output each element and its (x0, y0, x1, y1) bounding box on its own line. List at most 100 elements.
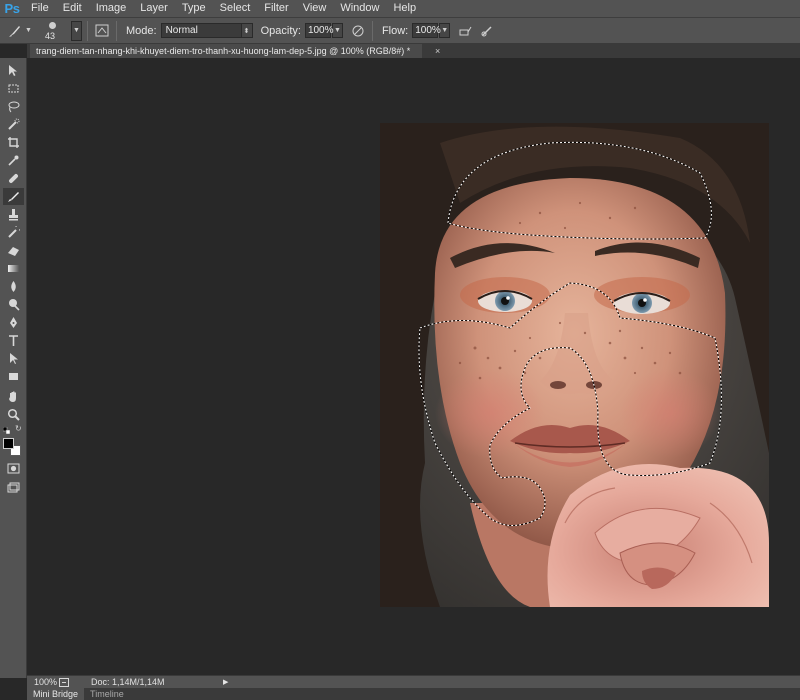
default-colors-icon[interactable] (2, 426, 11, 435)
quick-selection-tool[interactable] (3, 116, 24, 133)
history-brush-tool-icon (8, 226, 20, 238)
pen-pressure-icon (352, 25, 364, 36)
screen-mode-icon (7, 482, 20, 493)
history-brush-tool[interactable] (3, 224, 24, 241)
export-icon[interactable] (55, 677, 73, 687)
eyedropper-tool[interactable] (3, 152, 24, 169)
path-selection-tool-icon (10, 353, 18, 364)
tool-preset-picker[interactable]: ▼ (0, 20, 38, 42)
rectangle-tool[interactable] (3, 368, 24, 385)
photoshop-logo: Ps (4, 1, 20, 16)
hand-tool[interactable] (3, 388, 24, 405)
chevron-down-icon: ▼ (25, 27, 32, 34)
zoom-tool[interactable] (3, 406, 24, 423)
gradient-tool-icon (8, 265, 19, 272)
clone-stamp-tool[interactable] (3, 206, 24, 223)
document-size-info: Doc: 1,14M/1,14M (91, 677, 165, 687)
crop-tool[interactable] (3, 134, 24, 151)
tab-timeline[interactable]: Timeline (84, 688, 130, 700)
screen-mode-button[interactable] (3, 480, 24, 497)
gradient-tool[interactable] (3, 260, 24, 277)
separator (371, 20, 373, 41)
lasso-tool-icon (8, 101, 20, 113)
healing-brush-tool-icon (9, 174, 18, 183)
brush-panel-toggle[interactable] (93, 22, 111, 40)
menu-layer[interactable]: Layer (133, 0, 175, 17)
flow-field[interactable]: 100% (412, 23, 441, 38)
zoom-level-field[interactable]: 100% (27, 677, 57, 687)
mode-value: Normal (165, 25, 198, 36)
menu-help[interactable]: Help (386, 0, 423, 17)
airbrush-toggle[interactable] (456, 22, 474, 40)
eraser-tool-icon (8, 247, 19, 256)
separator (87, 20, 88, 41)
brush-icon (9, 25, 20, 37)
canvas-area[interactable] (27, 58, 800, 675)
brush-tool-icon (8, 192, 19, 202)
marquee-tool-icon (8, 84, 19, 93)
pen-pressure-size-icon (481, 25, 492, 36)
separator (116, 20, 117, 41)
menu-select[interactable]: Select (213, 0, 258, 17)
quick-mask-button[interactable] (3, 460, 24, 477)
pressure-size-toggle[interactable] (478, 22, 496, 40)
brush-tip-icon (49, 21, 56, 29)
quick-selection-tool-icon (8, 118, 20, 130)
menu-file[interactable]: File (24, 0, 56, 17)
eraser-tool[interactable] (3, 242, 24, 259)
pressure-opacity-toggle[interactable] (349, 22, 367, 40)
menu-filter[interactable]: Filter (257, 0, 295, 17)
path-selection-tool[interactable] (3, 350, 24, 367)
mode-dropdown[interactable]: Normal ⬍ (160, 23, 253, 38)
healing-brush-tool[interactable] (3, 170, 24, 187)
opacity-label: Opacity: (260, 24, 301, 37)
document-image[interactable] (380, 123, 769, 607)
menu-bar: Ps File Edit Image Layer Type Select Fil… (0, 0, 800, 17)
brush-preset-picker[interactable]: 43 (42, 20, 70, 42)
updown-arrow-icon: ⬍ (240, 24, 252, 37)
type-tool-icon (9, 335, 18, 346)
quick-mask-icon (7, 463, 20, 474)
hand-tool-icon (9, 391, 16, 402)
menu-type[interactable]: Type (175, 0, 213, 17)
eyedropper-tool-icon (8, 155, 19, 166)
menu-window[interactable]: Window (333, 0, 386, 17)
pen-tool[interactable] (3, 314, 24, 331)
close-icon[interactable]: × (435, 44, 440, 58)
menu-image[interactable]: Image (89, 0, 134, 17)
brush-panel-icon (95, 24, 109, 37)
opacity-field[interactable]: 100% (304, 23, 334, 38)
airbrush-icon (459, 26, 472, 35)
crop-tool-icon (8, 137, 19, 148)
status-bar: 100% Doc: 1,14M/1,14M ▶ (27, 675, 800, 688)
dodge-tool-icon (9, 299, 20, 311)
type-tool[interactable] (3, 332, 24, 349)
mode-label: Mode: (126, 24, 157, 37)
bottom-panel-tabs: Mini Bridge Timeline (27, 688, 800, 700)
flow-value: 100% (415, 25, 441, 36)
blur-tool[interactable] (3, 278, 24, 295)
pen-tool-icon (10, 317, 17, 328)
portrait-photo (380, 123, 769, 607)
brush-size-value: 43 (45, 30, 56, 41)
status-menu-arrow[interactable]: ▶ (223, 678, 228, 686)
move-tool[interactable] (3, 62, 24, 79)
dodge-tool[interactable] (3, 296, 24, 313)
document-tab[interactable]: trang-diem-tan-nhang-khi-khuyet-diem-tro… (30, 44, 422, 58)
menu-edit[interactable]: Edit (56, 0, 89, 17)
zoom-tool-icon (7, 408, 20, 421)
flow-label: Flow: (381, 24, 409, 37)
move-tool-icon (9, 65, 17, 76)
foreground-color-swatch[interactable] (3, 438, 14, 449)
brush-preset-arrow[interactable]: ▼ (71, 20, 82, 41)
clone-stamp-tool-icon (9, 209, 18, 221)
toolbox: ↻ (0, 58, 27, 678)
document-tab-bar: trang-diem-tan-nhang-khi-khuyet-diem-tro… (27, 44, 800, 58)
marquee-tool[interactable] (3, 80, 24, 97)
menu-view[interactable]: View (296, 0, 334, 17)
tab-mini-bridge[interactable]: Mini Bridge (27, 688, 85, 700)
options-bar: ▼ 43 ▼ Mode: Normal ⬍ Opacity: 100% ▼ Fl… (0, 17, 800, 44)
lasso-tool[interactable] (3, 98, 24, 115)
swap-colors-icon[interactable]: ↻ (15, 424, 24, 433)
brush-tool[interactable] (3, 188, 24, 205)
